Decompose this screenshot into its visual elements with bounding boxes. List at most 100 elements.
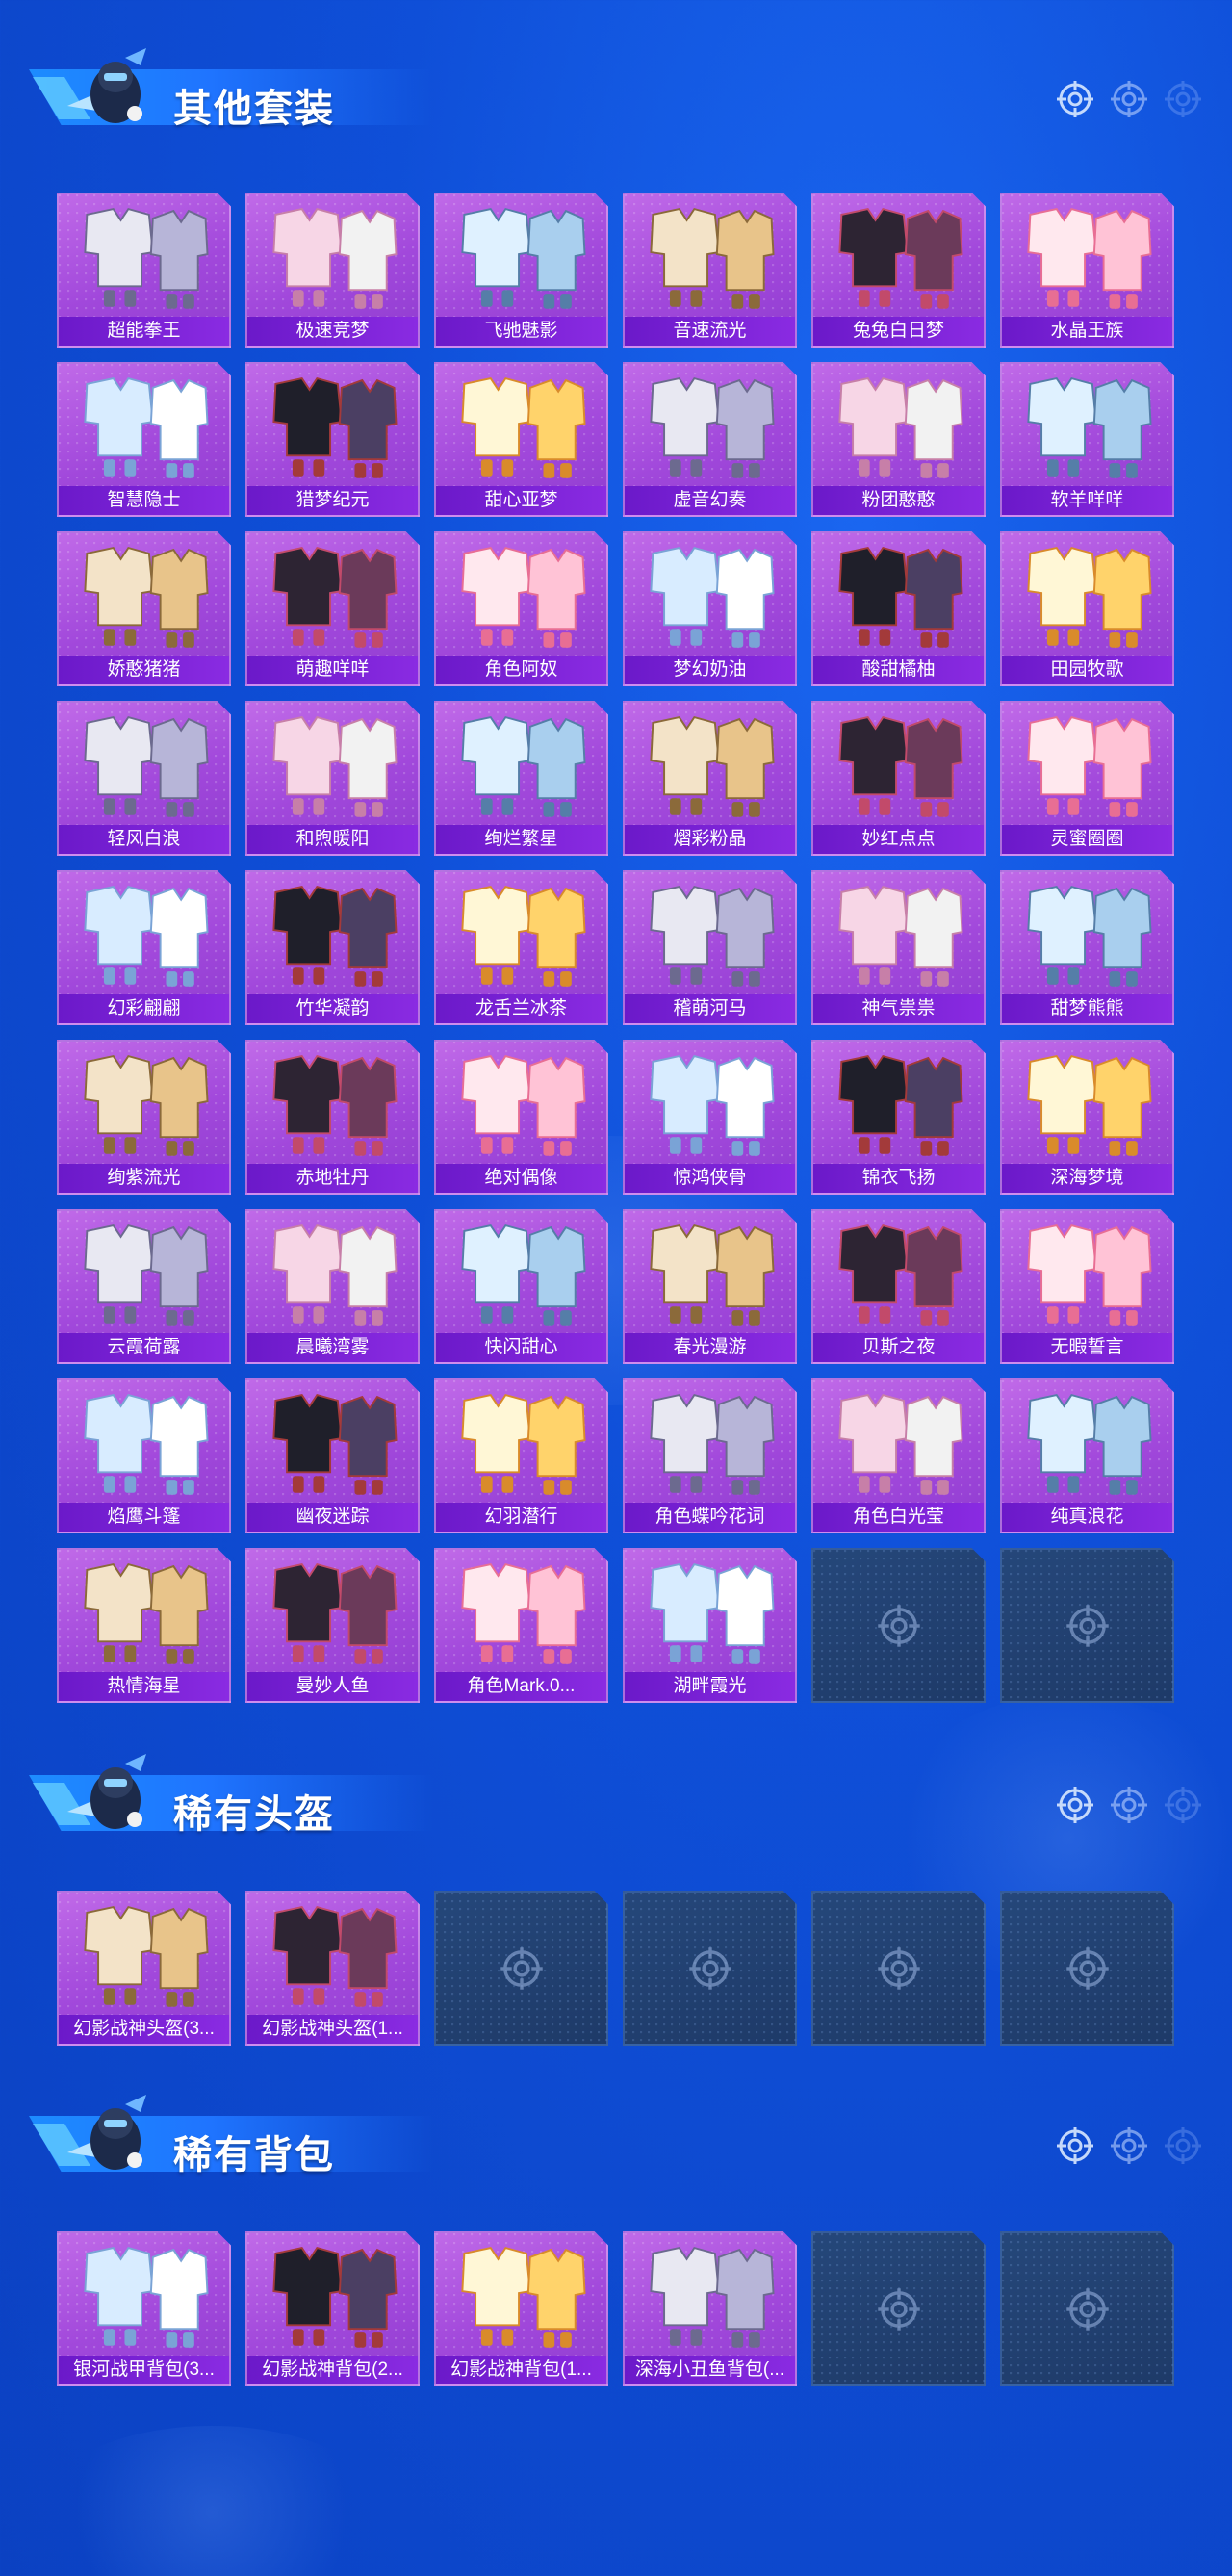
- item-card[interactable]: 妙红点点: [811, 701, 986, 856]
- item-card[interactable]: 角色Mark.0...: [434, 1548, 608, 1703]
- item-card[interactable]: 龙舌兰冰茶: [434, 870, 608, 1025]
- item-card[interactable]: 贝斯之夜: [811, 1209, 986, 1364]
- item-card[interactable]: 娇憨猪猪: [57, 531, 231, 686]
- item-label: 萌趣咩咩: [247, 656, 418, 684]
- item-label: 幻影战神背包(2...: [247, 2356, 418, 2384]
- item-card[interactable]: 幻羽潜行: [434, 1378, 608, 1533]
- item-card[interactable]: 智慧隐士: [57, 362, 231, 517]
- item-card[interactable]: 幻影战神背包(2...: [245, 2231, 420, 2386]
- item-card[interactable]: 锦衣飞扬: [811, 1040, 986, 1195]
- item-card[interactable]: 赤地牡丹: [245, 1040, 420, 1195]
- item-card[interactable]: 快闪甜心: [434, 1209, 608, 1364]
- item-card[interactable]: 银河战甲背包(3...: [57, 2231, 231, 2386]
- item-card[interactable]: 角色白光莹: [811, 1378, 986, 1533]
- item-card[interactable]: 绝对偶像: [434, 1040, 608, 1195]
- crosshair-icon: [876, 1945, 922, 1992]
- section-title: 其他套装: [173, 88, 335, 130]
- item-image: [84, 715, 209, 817]
- item-image: [272, 1562, 398, 1664]
- item-card[interactable]: 湖畔霞光: [623, 1548, 797, 1703]
- crosshair-icon: [1065, 1603, 1111, 1649]
- item-card[interactable]: 焰鹰斗篷: [57, 1378, 231, 1533]
- item-card[interactable]: 音速流光: [623, 193, 797, 348]
- item-image: [461, 885, 586, 987]
- item-label: 焰鹰斗篷: [59, 1503, 229, 1532]
- item-card[interactable]: 田园牧歌: [1000, 531, 1174, 686]
- item-card[interactable]: 幽夜迷踪: [245, 1378, 420, 1533]
- item-card[interactable]: 猎梦纪元: [245, 362, 420, 517]
- item-label: 惊鸿侠骨: [625, 1164, 795, 1193]
- item-image: [84, 1905, 209, 2007]
- item-card[interactable]: 热情海星: [57, 1548, 231, 1703]
- item-card[interactable]: 梦幻奶油: [623, 531, 797, 686]
- item-label: 湖畔霞光: [625, 1672, 795, 1701]
- item-label: 娇憨猪猪: [59, 656, 229, 684]
- item-card[interactable]: 稽萌河马: [623, 870, 797, 1025]
- item-card[interactable]: 神气祟祟: [811, 870, 986, 1025]
- item-label: 梦幻奶油: [625, 656, 795, 684]
- item-card[interactable]: 萌趣咩咩: [245, 531, 420, 686]
- item-image: [650, 1562, 775, 1664]
- item-card[interactable]: 甜心亚梦: [434, 362, 608, 517]
- item-label: 虚音幻奏: [625, 486, 795, 515]
- item-image: [1027, 885, 1152, 987]
- item-card[interactable]: 无暇誓言: [1000, 1209, 1174, 1364]
- item-card[interactable]: 粉团憨憨: [811, 362, 986, 517]
- item-card[interactable]: 曼妙人鱼: [245, 1548, 420, 1703]
- item-image: [838, 376, 963, 478]
- item-card[interactable]: 轻风白浪: [57, 701, 231, 856]
- item-card[interactable]: 晨曦湾雾: [245, 1209, 420, 1364]
- item-card[interactable]: 超能拳王: [57, 193, 231, 348]
- item-card[interactable]: 春光漫游: [623, 1209, 797, 1364]
- crosshair-icon: [1163, 2125, 1203, 2171]
- item-label: 曼妙人鱼: [247, 1672, 418, 1701]
- item-card[interactable]: 深海梦境: [1000, 1040, 1174, 1195]
- item-card[interactable]: 飞驰魅影: [434, 193, 608, 348]
- item-label: 热情海星: [59, 1672, 229, 1701]
- item-card[interactable]: 甜梦熊熊: [1000, 870, 1174, 1025]
- item-label: 音速流光: [625, 317, 795, 346]
- item-card[interactable]: 竹华凝韵: [245, 870, 420, 1025]
- crosshair-icon: [1065, 1945, 1111, 1992]
- item-card[interactable]: 幻彩翩翩: [57, 870, 231, 1025]
- item-label: 绚紫流光: [59, 1164, 229, 1193]
- item-label: 锦衣飞扬: [813, 1164, 984, 1193]
- item-image: [838, 546, 963, 648]
- item-card[interactable]: 纯真浪花: [1000, 1378, 1174, 1533]
- item-card[interactable]: 虚音幻奏: [623, 362, 797, 517]
- item-label: 轻风白浪: [59, 825, 229, 854]
- item-image: [650, 885, 775, 987]
- item-image: [650, 376, 775, 478]
- item-card[interactable]: 水晶王族: [1000, 193, 1174, 348]
- empty-slot: [1000, 1891, 1174, 2046]
- item-image: [461, 1393, 586, 1495]
- item-card[interactable]: 熠彩粉晶: [623, 701, 797, 856]
- item-card[interactable]: 角色蝶吟花词: [623, 1378, 797, 1533]
- item-card[interactable]: 绚紫流光: [57, 1040, 231, 1195]
- item-image: [1027, 376, 1152, 478]
- item-card[interactable]: 酸甜橘柚: [811, 531, 986, 686]
- item-card[interactable]: 幻影战神头盔(3...: [57, 1891, 231, 2046]
- item-card[interactable]: 绚烂繁星: [434, 701, 608, 856]
- item-card[interactable]: 深海小丑鱼背包(...: [623, 2231, 797, 2386]
- item-card[interactable]: 兔兔白日梦: [811, 193, 986, 348]
- item-card[interactable]: 角色阿奴: [434, 531, 608, 686]
- item-label: 智慧隐士: [59, 486, 229, 515]
- item-image: [84, 1054, 209, 1156]
- item-image: [650, 1224, 775, 1326]
- item-label: 幻影战神头盔(1...: [247, 2015, 418, 2044]
- item-card[interactable]: 幻影战神背包(1...: [434, 2231, 608, 2386]
- item-label: 稽萌河马: [625, 994, 795, 1023]
- item-image: [461, 1224, 586, 1326]
- item-card[interactable]: 灵蜜圈圈: [1000, 701, 1174, 856]
- section-header: 其他套装: [29, 39, 1203, 144]
- item-label: 水晶王族: [1002, 317, 1172, 346]
- item-card[interactable]: 软羊咩咩: [1000, 362, 1174, 517]
- item-card[interactable]: 惊鸿侠骨: [623, 1040, 797, 1195]
- item-card[interactable]: 幻影战神头盔(1...: [245, 1891, 420, 2046]
- item-label: 猎梦纪元: [247, 486, 418, 515]
- item-card[interactable]: 极速竞梦: [245, 193, 420, 348]
- item-card[interactable]: 云霞荷露: [57, 1209, 231, 1364]
- crosshair-icon: [1163, 79, 1203, 124]
- item-card[interactable]: 和煦暖阳: [245, 701, 420, 856]
